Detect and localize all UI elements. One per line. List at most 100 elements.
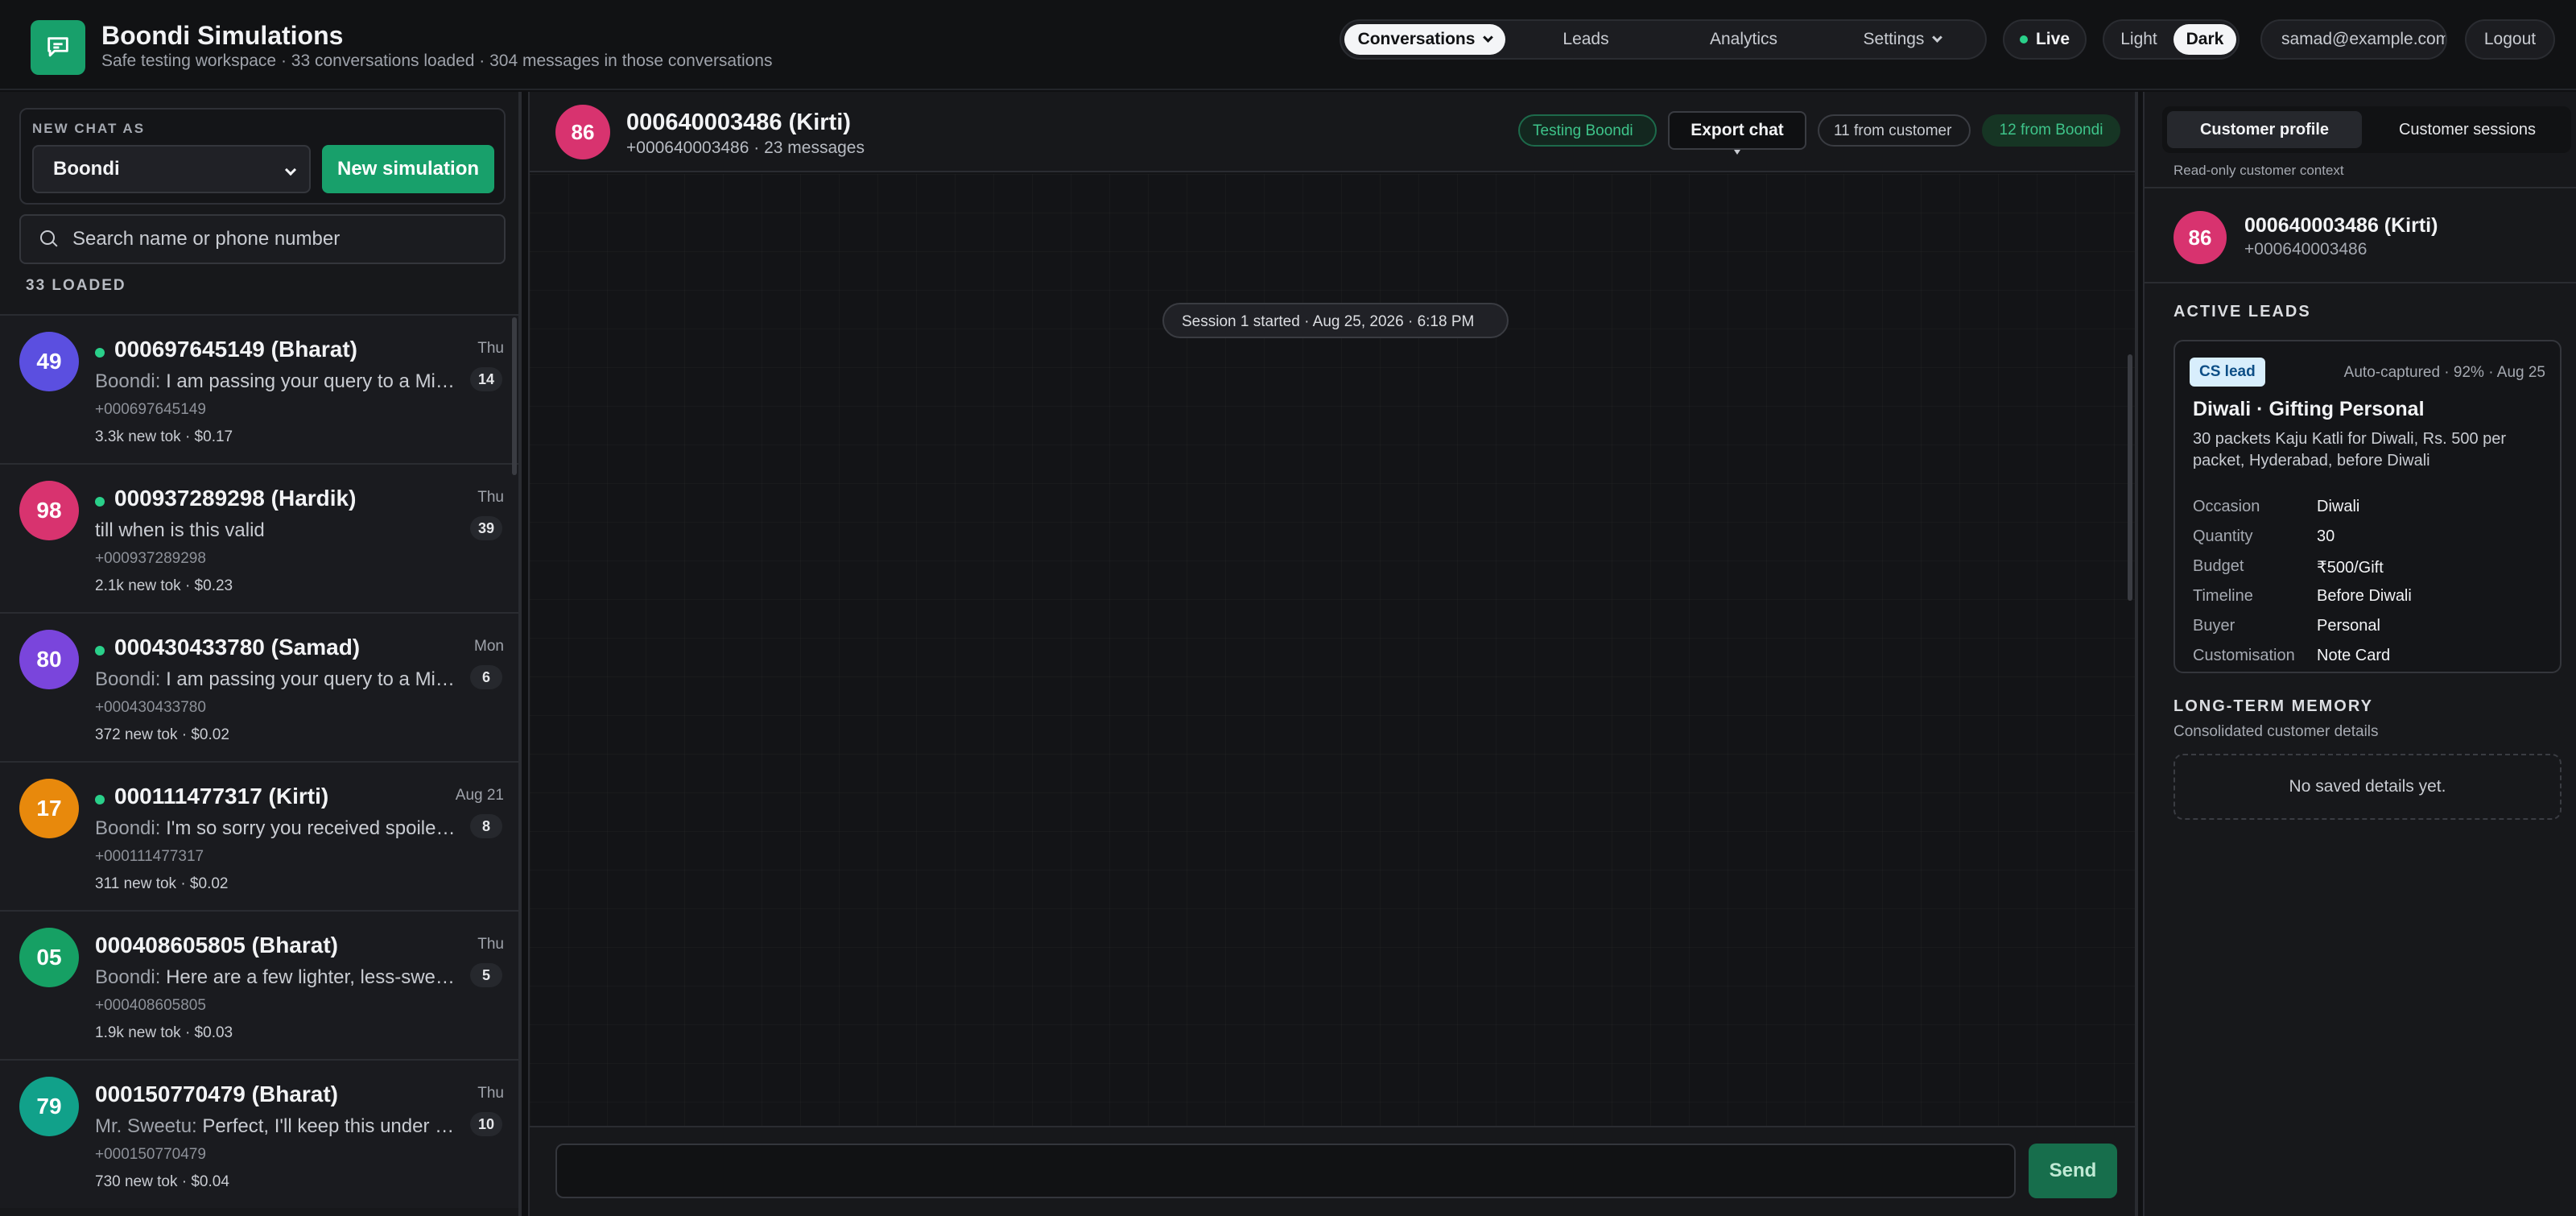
lead-card[interactable]: CS lead Auto-captured · 92% · Aug 25 Diw… <box>2174 340 2562 673</box>
conversation-preview: Mr. Sweetu: Perfect, I'll keep this unde… <box>95 1115 457 1137</box>
conversation-item[interactable]: 98 000937289298 (Hardik) Thu 39 till whe… <box>0 463 518 612</box>
message-count-badge: 8 <box>470 814 502 838</box>
message-count-badge: 39 <box>470 516 502 540</box>
persona-select[interactable]: Boondi <box>32 145 311 193</box>
memory-empty-state: No saved details yet. <box>2174 754 2562 820</box>
avatar: 86 <box>2174 211 2227 264</box>
conversation-date: Mon <box>474 638 504 655</box>
chat-header: 86 000640003486 (Kirti) +000640003486 · … <box>530 92 2135 172</box>
theme-dark-button[interactable]: Dark <box>2174 24 2236 55</box>
conversation-phone: +000111477317 <box>95 848 204 865</box>
conversation-token-cost: 1.9k new tok · $0.03 <box>95 1024 233 1041</box>
avatar: 17 <box>19 779 79 838</box>
message-area[interactable]: Session 1 started · Aug 25, 2026 · 6:18 … <box>530 174 2135 1216</box>
message-count-badge: 5 <box>470 963 502 987</box>
sidebar-scrollbar[interactable] <box>512 317 517 475</box>
conversation-token-cost: 730 new tok · $0.04 <box>95 1173 229 1190</box>
conversation-date: Thu <box>477 936 504 953</box>
tab-customer-sessions[interactable]: Customer sessions <box>2368 111 2566 148</box>
search-input[interactable]: Search name or phone number <box>19 214 506 264</box>
composer: Send <box>530 1126 2135 1216</box>
profile-tabs: Customer profile Customer sessions <box>2162 106 2571 153</box>
conversation-token-cost: 311 new tok · $0.02 <box>95 875 229 892</box>
active-leads-heading: ACTIVE LEADS <box>2174 303 2311 321</box>
export-chat-button[interactable]: Export chat <box>1668 111 1806 150</box>
live-dot-icon <box>2019 35 2028 43</box>
conversation-name: 000430433780 (Samad) <box>114 635 361 660</box>
avatar: 49 <box>19 332 79 391</box>
conversation-date: Thu <box>477 1085 504 1102</box>
conversation-preview: Boondi: I am passing your query to a Mit… <box>95 370 457 392</box>
conversation-item[interactable]: 79 000150770479 (Bharat) Thu 10 Mr. Swee… <box>0 1059 518 1208</box>
app-header: Boondi Simulations Safe testing workspac… <box>0 0 2576 90</box>
new-simulation-button[interactable]: New simulation <box>322 145 494 193</box>
chat-contact-name: 000640003486 (Kirti) <box>626 110 851 135</box>
conversation-preview: Boondi: I'm so sorry you received spoile… <box>95 817 457 839</box>
online-status-icon <box>95 348 105 358</box>
live-indicator[interactable]: Live <box>2003 19 2087 60</box>
boondi-count-badge: 12 from Boondi <box>1982 114 2120 147</box>
message-count-badge: 10 <box>470 1112 502 1136</box>
chat-bubble-icon <box>47 37 68 57</box>
customer-phone: +000640003486 <box>2244 240 2368 259</box>
conversation-name: 000408605805 (Bharat) <box>95 933 338 957</box>
chat-contact-subtitle: +000640003486 · 23 messages <box>626 139 865 157</box>
conversation-item[interactable]: 80 000430433780 (Samad) Mon 6 Boondi: I … <box>0 612 518 761</box>
online-status-icon <box>95 646 105 656</box>
nav-settings[interactable]: Settings <box>1823 24 1982 55</box>
lead-type-badge: CS lead <box>2190 358 2265 387</box>
conversation-item[interactable]: 17 000111477317 (Kirti) Aug 21 8 Boondi:… <box>0 761 518 910</box>
session-start-marker: Session 1 started · Aug 25, 2026 · 6:18 … <box>1162 303 1509 338</box>
new-chat-label: NEW CHAT AS <box>32 121 146 136</box>
avatar: 80 <box>19 630 79 689</box>
chevron-down-icon <box>1483 31 1494 43</box>
app-subtitle: Safe testing workspace · 33 conversation… <box>101 52 773 70</box>
chevron-down-icon <box>1932 31 1943 43</box>
logout-button[interactable]: Logout <box>2465 19 2555 60</box>
conversation-sidebar: NEW CHAT AS Boondi New simulation Search… <box>0 92 522 1216</box>
search-icon <box>40 230 58 248</box>
chevron-down-icon <box>284 163 297 176</box>
conversation-preview: Boondi: I am passing your query to a Mit… <box>95 668 457 690</box>
send-button[interactable]: Send <box>2029 1144 2117 1198</box>
new-chat-panel: NEW CHAT AS Boondi New simulation <box>19 108 506 205</box>
conversation-name: 000697645149 (Bharat) <box>114 337 357 362</box>
theme-light-button[interactable]: Light <box>2107 24 2170 55</box>
theme-toggle: Light Dark <box>2103 19 2240 60</box>
app-title: Boondi Simulations <box>101 21 344 50</box>
divider <box>2145 282 2576 283</box>
customer-name: 000640003486 (Kirti) <box>2244 214 2438 237</box>
conversation-token-cost: 372 new tok · $0.02 <box>95 726 229 743</box>
message-input[interactable] <box>555 1144 2016 1198</box>
loaded-count: 33 LOADED <box>26 277 126 294</box>
avatar: 86 <box>555 105 610 159</box>
nav-conversations[interactable]: Conversations <box>1344 24 1505 55</box>
conversation-date: Thu <box>477 489 504 506</box>
conversation-phone: +000697645149 <box>95 401 206 418</box>
customer-panel: Customer profile Customer sessions Read-… <box>2143 92 2576 1216</box>
conversation-phone: +000430433780 <box>95 699 206 716</box>
lead-capture-info: Auto-captured · 92% · Aug 25 <box>2343 364 2545 381</box>
conversation-item[interactable]: 49 000697645149 (Bharat) Thu 14 Boondi: … <box>0 314 518 463</box>
search-placeholder: Search name or phone number <box>72 228 341 250</box>
testing-badge: Testing Boondi <box>1518 114 1657 147</box>
memory-heading: LONG-TERM MEMORY <box>2174 697 2373 715</box>
conversation-preview: till when is this valid <box>95 519 265 541</box>
app-logo <box>31 20 85 75</box>
nav-leads[interactable]: Leads <box>1507 24 1665 55</box>
nav-analytics[interactable]: Analytics <box>1665 24 1823 55</box>
conversation-list: 49 000697645149 (Bharat) Thu 14 Boondi: … <box>0 314 518 1208</box>
readonly-note: Read-only customer context <box>2174 163 2344 178</box>
conversation-token-cost: 2.1k new tok · $0.23 <box>95 577 233 594</box>
conversation-phone: +000150770479 <box>95 1146 206 1163</box>
conversation-item[interactable]: 05 000408605805 (Bharat) Thu 5 Boondi: H… <box>0 910 518 1059</box>
user-email[interactable]: samad@example.com <box>2260 19 2447 60</box>
memory-subtitle: Consolidated customer details <box>2174 723 2379 740</box>
customer-count-badge: 11 from customer <box>1818 114 1971 147</box>
caret-down-icon <box>1734 150 1740 155</box>
lead-description: 30 packets Kaju Katli for Diwali, Rs. 50… <box>2193 430 2507 469</box>
chat-scrollbar[interactable] <box>2128 354 2132 601</box>
main-nav: Conversations Leads Analytics Settings <box>1340 19 1987 60</box>
conversation-date: Aug 21 <box>455 787 504 804</box>
tab-customer-profile[interactable]: Customer profile <box>2167 111 2362 148</box>
